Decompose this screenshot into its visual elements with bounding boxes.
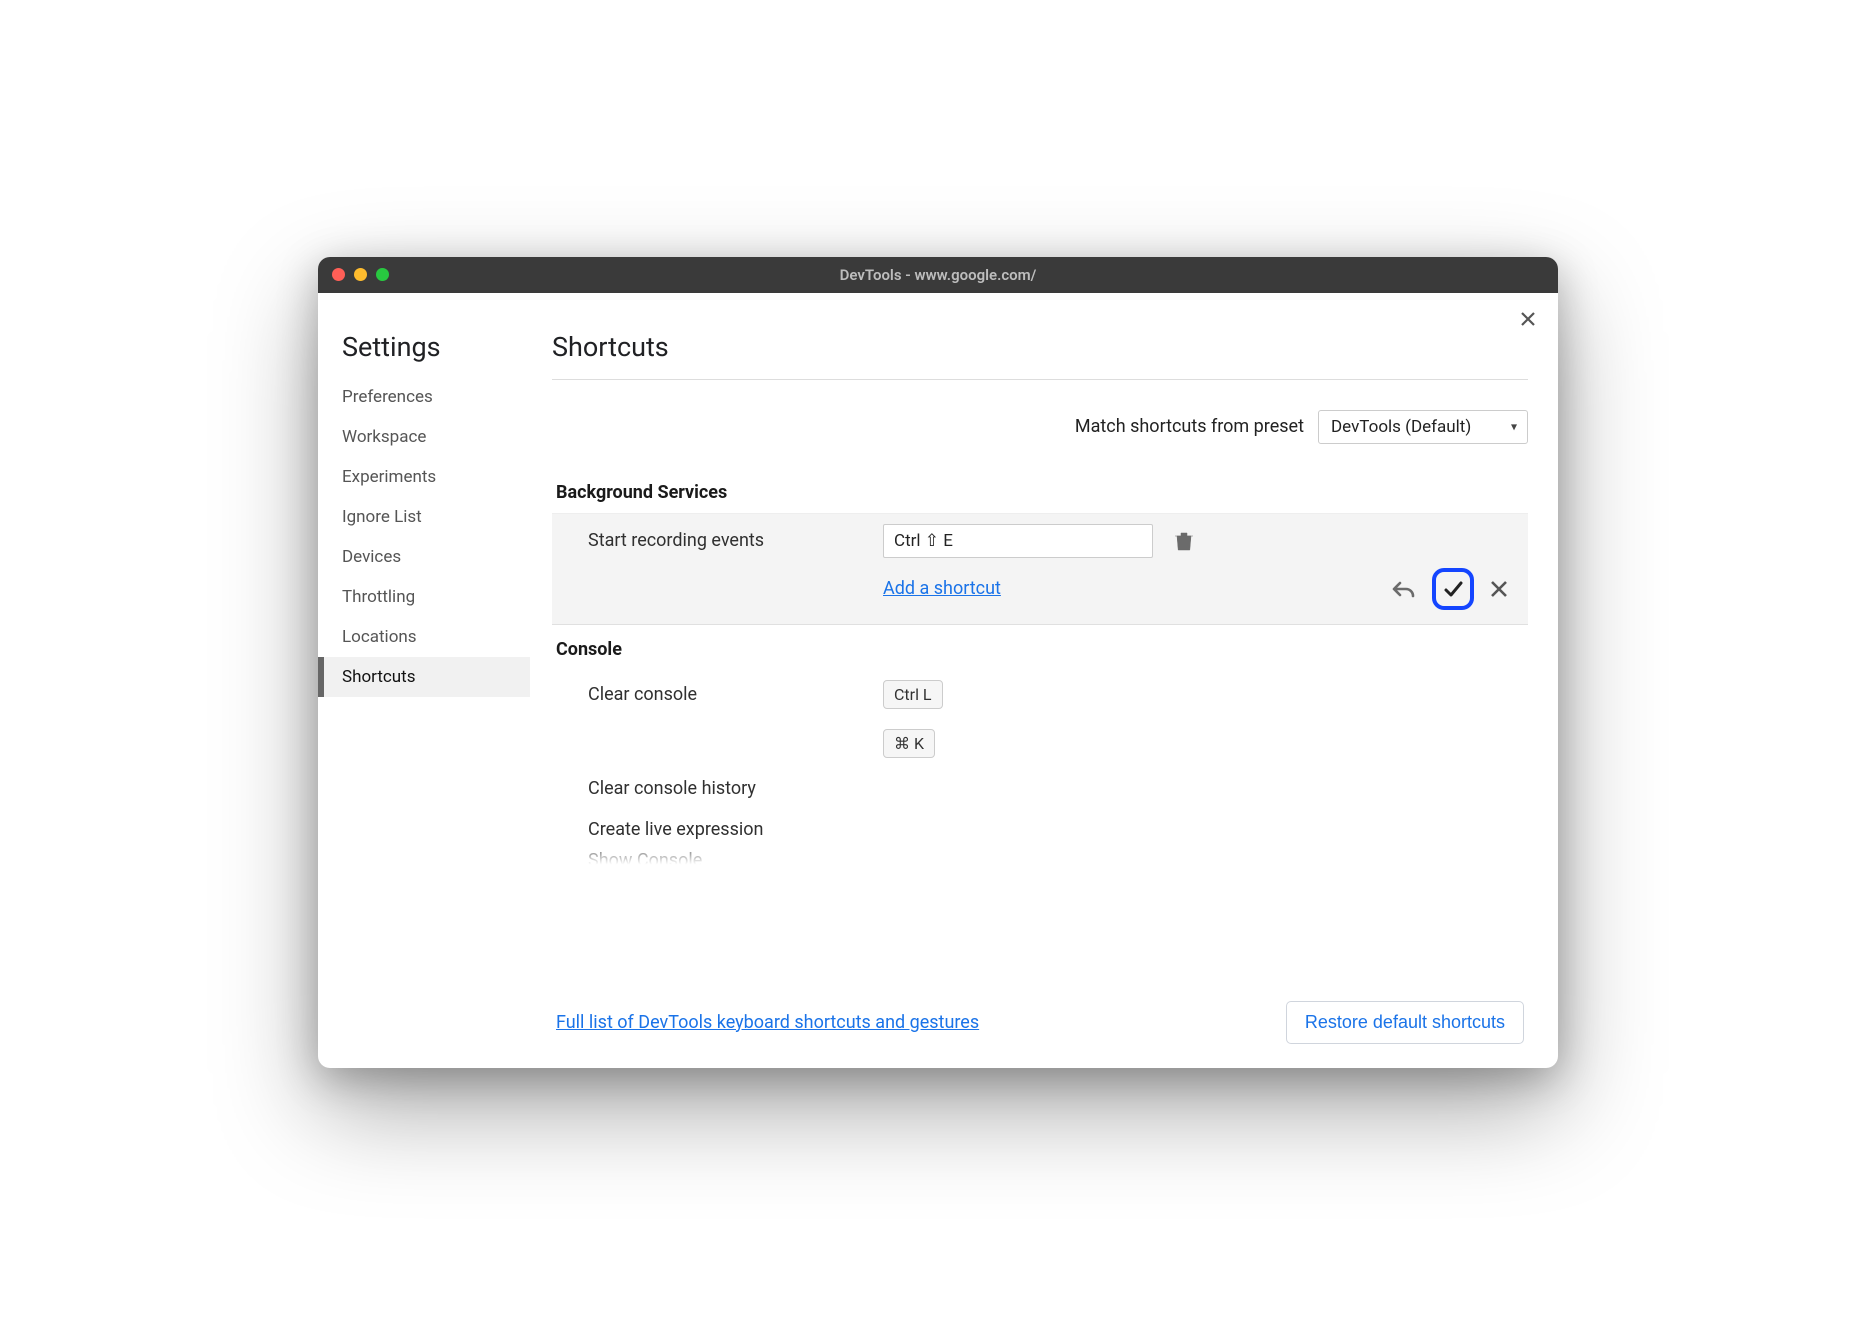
shortcut-row-cutoff: Show Console — [552, 850, 1528, 866]
sidebar-item-workspace[interactable]: Workspace — [318, 417, 530, 457]
shortcut-row: Clear console history — [552, 768, 1528, 809]
settings-content: Settings Preferences Workspace Experimen… — [318, 293, 1558, 1068]
action-label: Start recording events — [588, 530, 883, 551]
sidebar-item-shortcuts[interactable]: Shortcuts — [318, 657, 530, 697]
shortcut-row: Clear console Ctrl L — [552, 670, 1528, 719]
footer: Full list of DevTools keyboard shortcuts… — [552, 984, 1528, 1068]
window-title: DevTools - www.google.com/ — [318, 266, 1558, 284]
minimize-window-button[interactable] — [354, 268, 367, 281]
section-console: Console — [552, 625, 1528, 670]
section-background-services: Background Services — [552, 478, 1528, 513]
sidebar-item-locations[interactable]: Locations — [318, 617, 530, 657]
sidebar-item-devices[interactable]: Devices — [318, 537, 530, 577]
confirm-shortcut-button[interactable] — [1432, 568, 1474, 610]
action-label: Clear console history — [588, 778, 883, 799]
sidebar-item-experiments[interactable]: Experiments — [318, 457, 530, 497]
preset-row: Match shortcuts from preset DevTools (De… — [552, 380, 1528, 478]
settings-sidebar: Settings Preferences Workspace Experimen… — [318, 293, 530, 1068]
delete-shortcut-button[interactable] — [1175, 531, 1193, 551]
shortcut-input[interactable] — [883, 524, 1153, 558]
action-label: Create live expression — [588, 819, 883, 840]
preset-select[interactable]: DevTools (Default) — [1318, 410, 1528, 444]
full-shortcut-list-link[interactable]: Full list of DevTools keyboard shortcuts… — [556, 1012, 979, 1033]
titlebar: DevTools - www.google.com/ — [318, 257, 1558, 293]
restore-defaults-button[interactable]: Restore default shortcuts — [1286, 1001, 1524, 1044]
preset-label: Match shortcuts from preset — [1075, 416, 1304, 437]
sidebar-item-preferences[interactable]: Preferences — [318, 377, 530, 417]
page-title: Shortcuts — [552, 331, 1528, 380]
cancel-shortcut-button[interactable] — [1486, 576, 1512, 602]
action-label: Clear console — [588, 684, 883, 705]
shortcut-chip: ⌘ K — [883, 729, 935, 758]
devtools-settings-window: DevTools - www.google.com/ Settings Pref… — [318, 257, 1558, 1068]
maximize-window-button[interactable] — [376, 268, 389, 281]
sidebar-item-ignore-list[interactable]: Ignore List — [318, 497, 530, 537]
shortcut-row: ⌘ K — [552, 719, 1528, 768]
shortcut-chip: Ctrl L — [883, 680, 943, 709]
close-settings-button[interactable] — [1520, 311, 1536, 327]
shortcut-list: Background Services Start recording even… — [552, 478, 1528, 984]
undo-icon[interactable] — [1386, 576, 1420, 602]
shortcut-row: Create live expression — [552, 809, 1528, 850]
window-controls — [318, 268, 389, 281]
main-panel: Shortcuts Match shortcuts from preset De… — [530, 293, 1558, 1068]
add-shortcut-link[interactable]: Add a shortcut — [883, 578, 1001, 599]
close-window-button[interactable] — [332, 268, 345, 281]
sidebar-title: Settings — [318, 331, 530, 377]
sidebar-item-throttling[interactable]: Throttling — [318, 577, 530, 617]
shortcut-edit-row: Start recording events Add a shortcut — [552, 513, 1528, 625]
